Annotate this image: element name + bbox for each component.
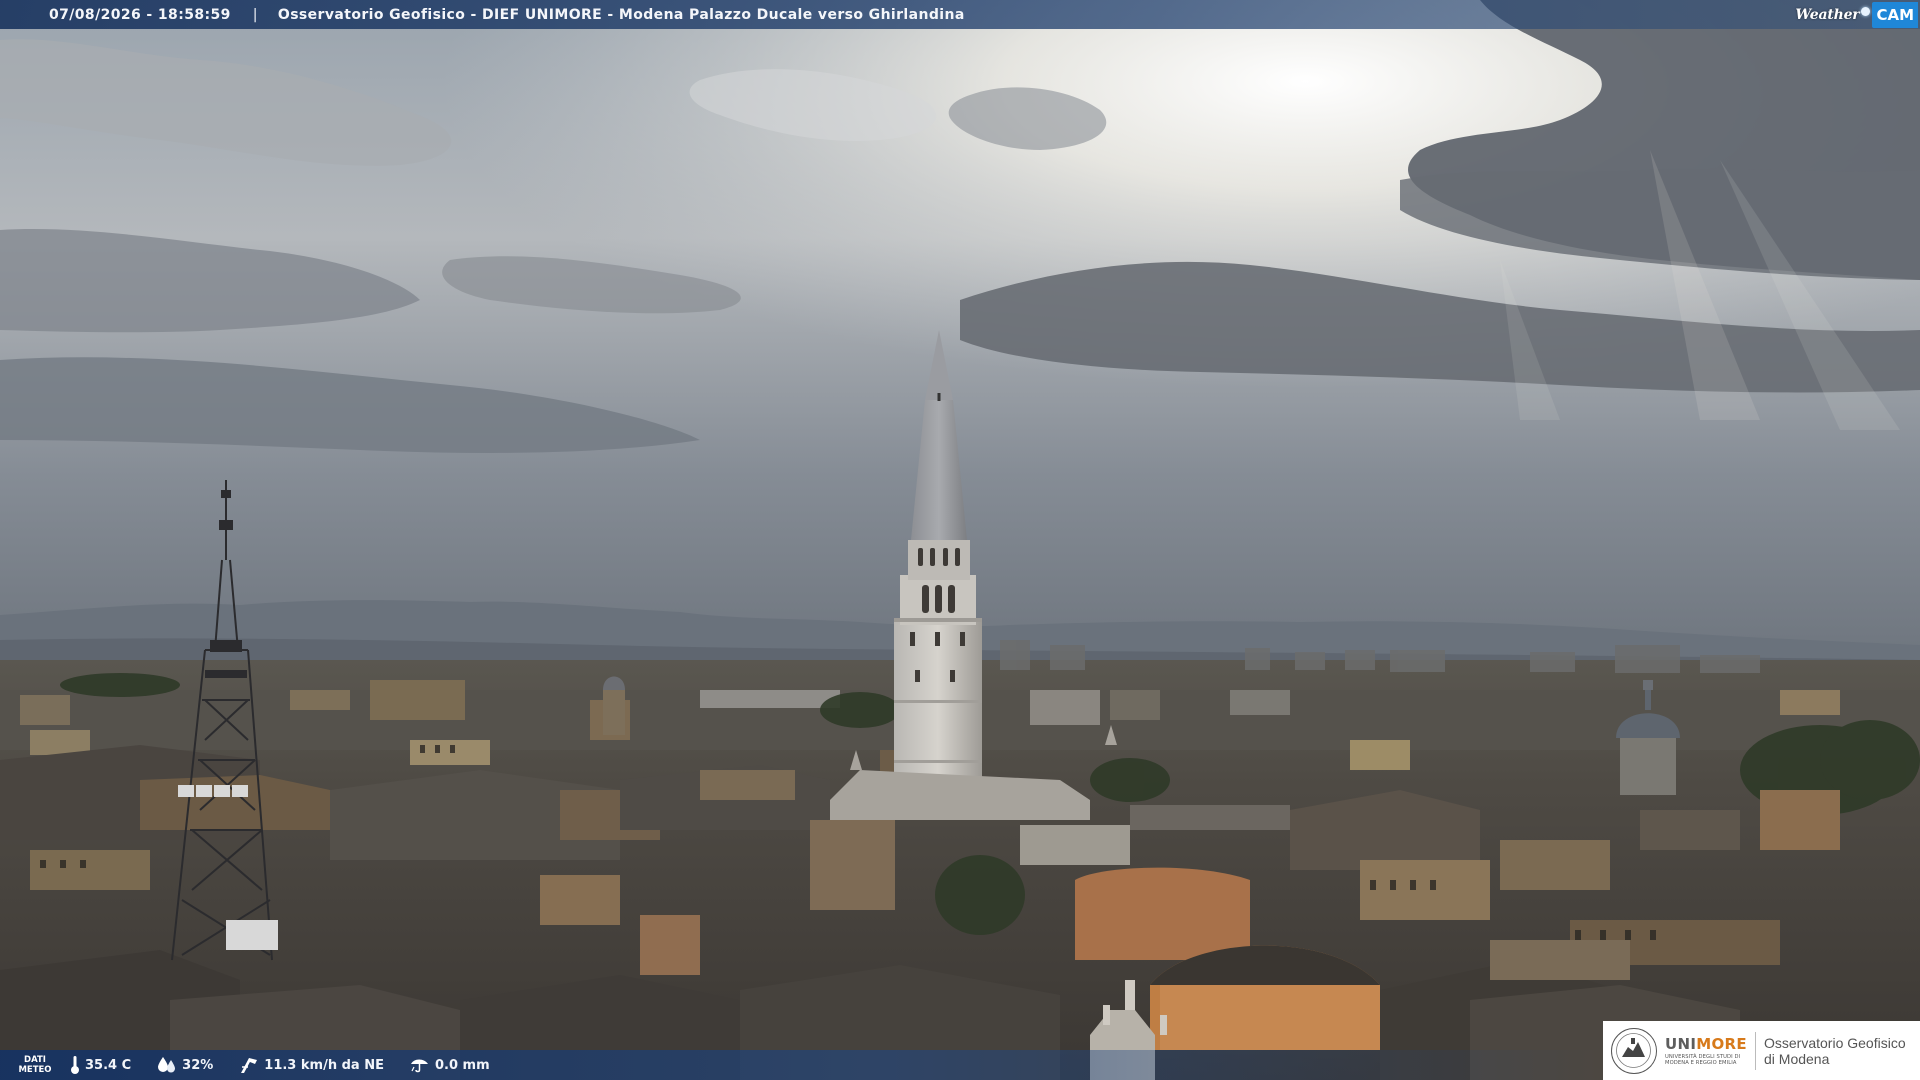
observatory-name: Osservatorio Geofisico di Modena (1764, 1035, 1906, 1067)
weather-data-label: DATI METEO (0, 1055, 70, 1075)
weather-data-label-line1: DATI (24, 1055, 46, 1065)
wind-reading: 11.3 km/h da NE (239, 1055, 384, 1075)
rain-reading: 0.0 mm (410, 1056, 490, 1074)
wind-icon (241, 1058, 258, 1073)
brand-cam-badge: CAM (1872, 1, 1918, 28)
webcam-image (0, 0, 1920, 1080)
rain-gauge-icon (410, 1059, 428, 1073)
camera-title: Osservatorio Geofisico - DIEF UNIMORE - … (277, 6, 965, 23)
unimore-name-part1: UNI (1665, 1034, 1697, 1053)
timestamp: 07/08/2026 - 18:58:59 (49, 6, 231, 23)
thermometer-icon (71, 1056, 79, 1074)
brand-dot-icon (1861, 7, 1871, 16)
humidity-value: 32% (182, 1057, 214, 1073)
rain-value: 0.0 mm (434, 1057, 490, 1073)
camera-caption-bar: 07/08/2026 - 18:58:59 | Osservatorio Geo… (0, 0, 1920, 29)
caption-separator: | (252, 6, 258, 23)
university-seal-icon (1611, 1027, 1657, 1074)
unimore-name: UNIMORE (1665, 1036, 1749, 1052)
unimore-name-part2: MORE (1696, 1034, 1747, 1053)
unimore-logo-box: UNIMORE Università degli studi di Modena… (1603, 1021, 1920, 1080)
brand-weather-text: Weather (1795, 6, 1860, 23)
webcam-frame: 07/08/2026 - 18:58:59 | Osservatorio Geo… (0, 0, 1920, 1080)
weather-data-bar: DATI METEO 35.4 C 32% 11.3 km/h da NE 0.… (0, 1050, 1600, 1080)
humidity-reading: 32% (157, 1056, 213, 1074)
weathercam-logo: Weather CAM (1795, 0, 1920, 29)
unimore-subtitle-line2: Modena e Reggio Emilia (1665, 1059, 1737, 1066)
unimore-wordmark: UNIMORE Università degli studi di Modena… (1665, 1036, 1749, 1066)
weather-data-label-line2: METEO (18, 1065, 52, 1075)
logo-divider (1755, 1031, 1756, 1070)
droplet-icon (158, 1057, 176, 1073)
temperature-reading: 35.4 C (70, 1055, 131, 1075)
wind-value: 11.3 km/h da NE (264, 1057, 384, 1073)
temperature-value: 35.4 C (85, 1057, 132, 1073)
observatory-name-line1: Osservatorio Geofisico (1764, 1034, 1906, 1051)
observatory-name-line2: di Modena (1764, 1050, 1830, 1067)
seal-emblem-icon (1616, 1032, 1651, 1068)
